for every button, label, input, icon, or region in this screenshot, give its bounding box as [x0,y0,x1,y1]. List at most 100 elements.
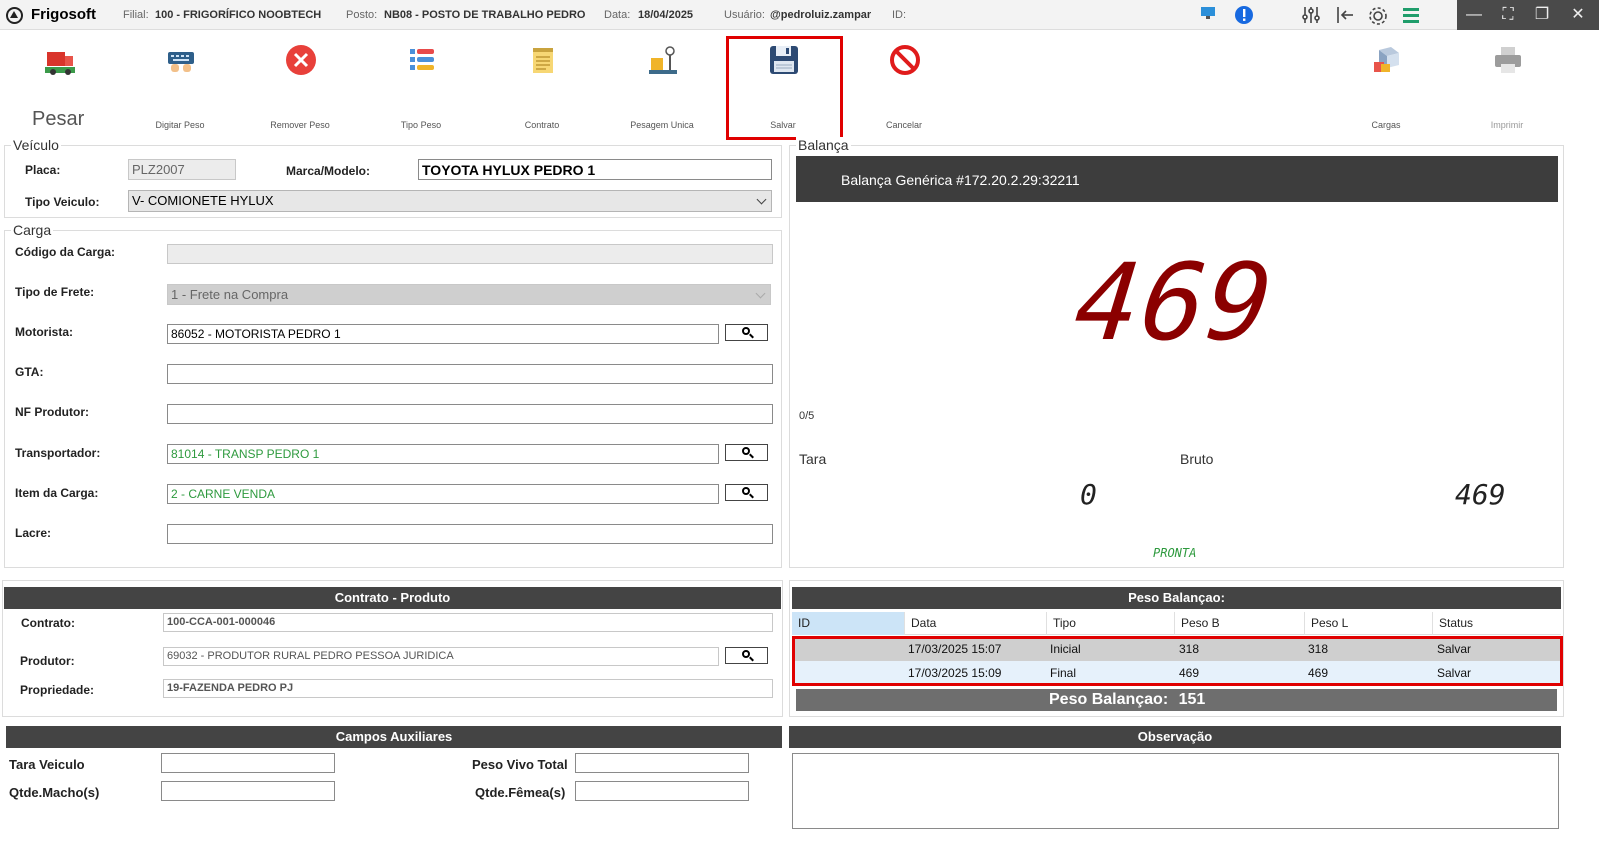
tara-value: 0 [1080,478,1097,511]
remover-peso-label: Remover Peso [270,120,330,130]
produtor-search-button[interactable] [725,647,768,664]
item-carga-search-button[interactable] [725,484,768,501]
search-icon [742,650,750,658]
qtde-femeas-label: Qtde.Fêmea(s) [475,785,566,800]
placa-field[interactable]: PLZ2007 [128,159,236,180]
filial-label: Filial: [123,9,149,21]
tipo-veiculo-select[interactable]: V- COMIONETE HYLUX [128,190,772,212]
imprimir-button[interactable]: Imprimir [1452,36,1562,136]
sliders-icon[interactable] [1300,5,1322,25]
app-title: Frigosoft [31,6,96,23]
col-data[interactable]: Data [905,612,1047,635]
peso-vivo-field[interactable] [575,753,749,773]
weight-display: 469 [1069,241,1280,364]
tipo-peso-button[interactable]: Tipo Peso [366,36,476,136]
peso-vivo-label: Peso Vivo Total [472,757,568,772]
tipo-frete-label: Tipo de Frete: [15,285,95,299]
balanca-device-bar: Balança Genérica #172.20.2.29:32211 [796,156,1558,202]
chevron-down-icon [755,288,766,299]
data-value: 18/04/2025 [638,9,694,21]
col-tipo[interactable]: Tipo [1047,612,1175,635]
col-peso-b[interactable]: Peso B [1175,612,1305,635]
pesagem-unica-button[interactable]: Pesagem Unica [607,36,717,136]
close-icon[interactable]: ✕ [1561,0,1595,30]
motorista-field[interactable]: 86052 - MOTORISTA PEDRO 1 [167,324,719,344]
pesar-button[interactable]: Pesar [0,36,120,136]
table-header: ID Data Tipo Peso B Peso L Status [792,612,1561,635]
menu-icon[interactable] [1400,5,1422,25]
scale-icon [647,44,679,76]
usuario-label: Usuário: [724,9,765,21]
codigo-carga-field[interactable] [167,244,773,264]
nf-produtor-label: NF Produtor: [15,405,89,419]
notepad-icon [527,44,559,76]
cargas-label: Cargas [1371,120,1401,130]
observacao-textarea[interactable] [792,753,1559,829]
propriedade-field[interactable]: 19-FAZENDA PEDRO PJ [163,679,773,698]
maximize-icon[interactable]: ❐ [1525,0,1559,30]
tipo-veiculo-label: Tipo Veiculo: [25,195,100,209]
transportador-label: Transportador: [15,446,101,460]
monitor-icon[interactable] [1197,5,1219,25]
minimize-icon[interactable]: — [1457,0,1491,30]
nf-produtor-field[interactable] [167,404,773,424]
info-icon[interactable] [1233,5,1255,25]
tipo-frete-select[interactable]: 1 - Frete na Compra [167,284,771,305]
balanca-status: PRONTA [1153,546,1197,560]
app-logo-icon [6,7,23,24]
restore-screen-icon[interactable]: ⛶ [1491,0,1525,30]
tipo-peso-label: Tipo Peso [400,120,442,130]
contrato-label: Contrato [524,120,560,130]
digitar-peso-label: Digitar Peso [155,120,205,130]
logout-icon[interactable] [1334,5,1356,25]
total-value: 151 [1178,691,1206,708]
tara-veiculo-field[interactable] [161,753,335,773]
motorista-search-button[interactable] [725,324,768,341]
posto-value: NB08 - POSTO DE TRABALHO PEDRO [384,9,586,21]
remove-circle-icon [285,44,317,76]
observacao-header: Observação [789,726,1561,748]
codigo-carga-label: Código da Carga: [15,245,116,259]
veiculo-title: Veículo [11,137,61,153]
propriedade-label: Propriedade: [20,683,95,697]
search-icon [742,487,750,495]
cancelar-label: Cancelar [885,120,923,130]
filial-value: 100 - FRIGORÍFICO NOOBTECH [155,9,322,21]
gta-label: GTA: [15,365,44,379]
qtde-femeas-field[interactable] [575,781,749,801]
id-label: ID: [892,9,907,21]
col-id[interactable]: ID [792,612,905,635]
peso-balanca-total: Peso Balançao: 151 [796,689,1557,711]
pesagem-unica-label: Pesagem Unica [630,120,694,130]
gear-icon[interactable] [1367,5,1389,25]
transportador-field[interactable]: 81014 - TRANSP PEDRO 1 [167,444,719,464]
produtor-field[interactable]: 69032 - PRODUTOR RURAL PEDRO PESSOA JURI… [163,647,719,666]
col-status[interactable]: Status [1433,612,1561,635]
contrato-header: Contrato - Produto [4,587,781,609]
gta-field[interactable] [167,364,773,384]
tara-label: Tara [799,451,827,467]
remover-peso-button[interactable]: Remover Peso [245,36,355,136]
cargo-boxes-icon [1371,44,1403,76]
marca-modelo-field[interactable]: TOYOTA HYLUX PEDRO 1 [418,159,772,180]
cancelar-button[interactable]: Cancelar [849,36,959,136]
keyboard-hand-icon [165,44,197,76]
usuario-value: @pedroluiz.zampar [770,9,872,21]
qtde-machos-label: Qtde.Macho(s) [9,785,100,800]
printer-icon [1492,44,1524,76]
digitar-peso-button[interactable]: Digitar Peso [125,36,235,136]
item-carga-field[interactable]: 2 - CARNE VENDA [167,484,719,504]
contrato-button[interactable]: Contrato [487,36,597,136]
campos-auxiliares-header: Campos Auxiliares [6,726,782,748]
cargas-button[interactable]: Cargas [1331,36,1441,136]
contrato-field[interactable]: 100-CCA-001-000046 [163,613,773,632]
qtde-machos-field[interactable] [161,781,335,801]
carga-title: Carga [11,222,54,238]
rows-highlight [792,636,1563,686]
produtor-label: Produtor: [20,654,75,668]
transportador-search-button[interactable] [725,444,768,461]
balanca-title: Balança [796,137,851,153]
col-peso-l[interactable]: Peso L [1305,612,1433,635]
data-label: Data: [604,9,631,21]
lacre-field[interactable] [167,524,773,544]
